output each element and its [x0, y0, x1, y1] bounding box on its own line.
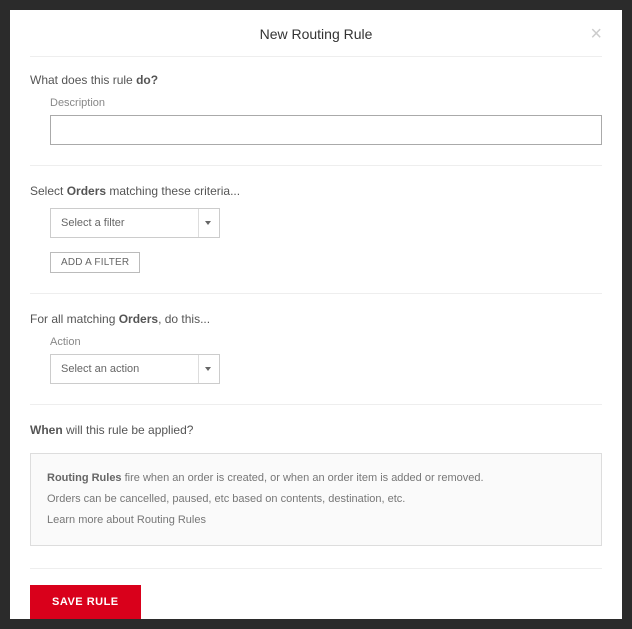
text-bold: When	[30, 423, 63, 437]
info-line-1: Routing Rules fire when an order is crea…	[47, 468, 585, 489]
section-description: What does this rule do? Description	[30, 73, 602, 166]
description-question: What does this rule do?	[30, 73, 602, 87]
info-box: Routing Rules fire when an order is crea…	[30, 453, 602, 546]
info-text: fire when an order is created, or when a…	[122, 472, 484, 484]
text-suffix: , do this...	[158, 312, 210, 326]
action-select[interactable]: Select an action	[50, 354, 220, 384]
close-icon[interactable]: ×	[590, 24, 602, 44]
dropdown-toggle	[198, 355, 211, 383]
section-criteria: Select Orders matching these criteria...…	[30, 184, 602, 294]
modal-footer: SAVE RULE	[30, 568, 602, 619]
section-action: For all matching Orders, do this... Acti…	[30, 312, 602, 405]
action-select-value: Select an action	[61, 363, 139, 375]
text-suffix: will this rule be applied?	[63, 423, 194, 437]
text-prefix: For all matching	[30, 312, 119, 326]
text-bold: Orders	[119, 312, 158, 326]
description-input[interactable]	[50, 115, 602, 145]
info-bold: Routing Rules	[47, 472, 122, 484]
dropdown-toggle	[198, 209, 211, 237]
modal-title: New Routing Rule	[30, 26, 602, 42]
description-label: Description	[50, 97, 602, 109]
chevron-down-icon	[205, 367, 211, 371]
chevron-down-icon	[205, 221, 211, 225]
modal-header: New Routing Rule ×	[30, 26, 602, 57]
filter-select-value: Select a filter	[61, 217, 125, 229]
text-bold: Orders	[67, 184, 106, 198]
when-label: When will this rule be applied?	[30, 423, 602, 437]
criteria-label: Select Orders matching these criteria...	[30, 184, 602, 198]
info-line-2: Orders can be cancelled, paused, etc bas…	[47, 489, 585, 510]
action-section-label: For all matching Orders, do this...	[30, 312, 602, 326]
learn-more-link[interactable]: Learn more about Routing Rules	[47, 510, 585, 531]
section-when: When will this rule be applied? Routing …	[30, 423, 602, 546]
save-rule-button[interactable]: SAVE RULE	[30, 585, 141, 619]
text-bold: do?	[136, 73, 158, 87]
text-prefix: What does this rule	[30, 73, 136, 87]
text-prefix: Select	[30, 184, 67, 198]
filter-select[interactable]: Select a filter	[50, 208, 220, 238]
add-filter-button[interactable]: ADD A FILTER	[50, 252, 140, 273]
modal-dialog: New Routing Rule × What does this rule d…	[10, 10, 622, 619]
text-suffix: matching these criteria...	[106, 184, 240, 198]
action-label: Action	[50, 336, 602, 348]
